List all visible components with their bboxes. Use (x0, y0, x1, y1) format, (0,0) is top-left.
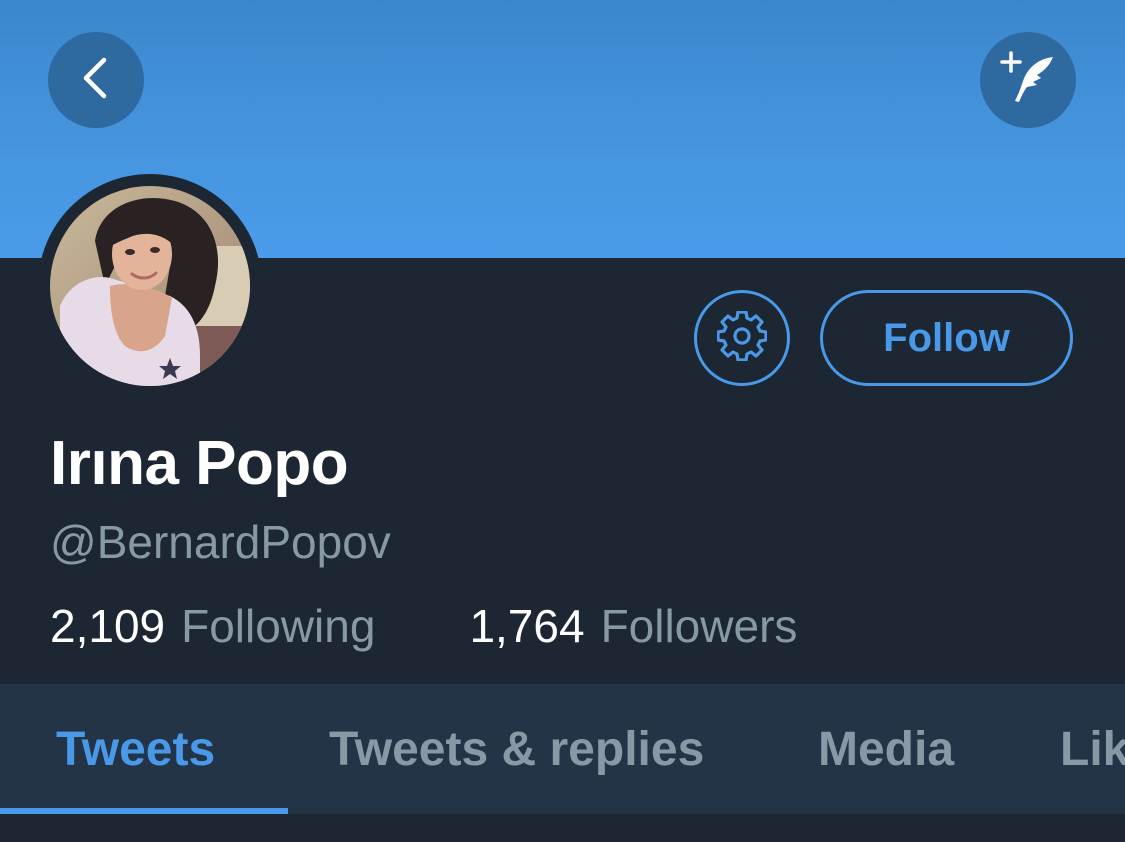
settings-button[interactable] (694, 290, 790, 386)
compose-tweet-icon (997, 47, 1059, 114)
tab-tweets-and-replies[interactable]: Tweets & replies (329, 684, 704, 814)
following-count: 2,109 (50, 600, 166, 652)
tab-likes[interactable]: Likes (1060, 684, 1125, 814)
chevron-left-icon (76, 54, 116, 107)
avatar[interactable] (38, 174, 262, 398)
profile-tabs: Tweets Tweets & replies Media Likes (0, 684, 1125, 814)
timeline-area (0, 814, 1125, 842)
profile-stats: 2,109 Following 1,764 Followers (50, 598, 797, 654)
following-stat[interactable]: 2,109 Following (50, 598, 375, 654)
followers-label: Followers (600, 600, 798, 652)
profile-display-name: Irına Popo (50, 429, 349, 498)
tab-tweets[interactable]: Tweets (56, 684, 215, 814)
back-button[interactable] (48, 32, 144, 128)
following-label: Following (181, 600, 376, 652)
tab-media[interactable]: Media (818, 684, 954, 814)
avatar-photo (50, 186, 250, 386)
compose-tweet-button[interactable] (980, 32, 1076, 128)
followers-count: 1,764 (469, 600, 585, 652)
follow-button[interactable]: Follow (820, 290, 1073, 386)
followers-stat[interactable]: 1,764 Followers (469, 598, 797, 654)
profile-page: Follow Irına Popo @BernardPopov 2,109 Fo… (0, 0, 1125, 842)
profile-handle: @BernardPopov (50, 516, 391, 568)
gear-icon (716, 309, 768, 366)
